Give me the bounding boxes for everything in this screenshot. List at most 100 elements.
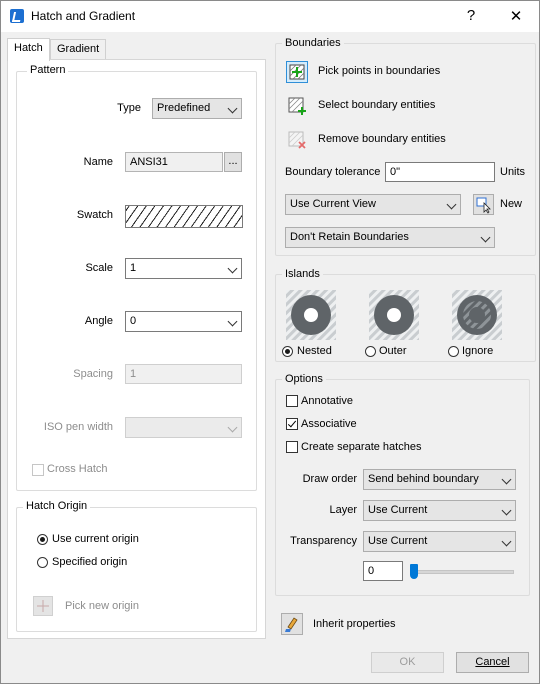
chevron-down-icon <box>501 474 512 485</box>
chevron-down-icon <box>227 422 238 433</box>
tab-hatch[interactable]: Hatch <box>7 38 50 61</box>
inherit-properties-label: Inherit properties <box>313 618 396 630</box>
island-nested-radio[interactable] <box>282 346 293 357</box>
boundary-tolerance-label: Boundary tolerance <box>285 166 381 178</box>
boundary-tolerance-field[interactable]: 0" <box>385 162 495 182</box>
transparency-amount-field[interactable]: 0 <box>363 561 403 581</box>
chevron-down-icon <box>501 536 512 547</box>
annotative-checkbox[interactable] <box>286 395 298 407</box>
inherit-properties-button[interactable] <box>281 613 303 635</box>
layer-label: Layer <box>329 504 357 516</box>
chevron-down-icon <box>227 103 238 114</box>
hatch-tab-panel: Pattern Type Predefined Name ANSI31 ... … <box>7 59 266 639</box>
boundary-set-select[interactable]: Use Current View <box>285 194 461 215</box>
specified-origin-radio[interactable] <box>37 557 48 568</box>
new-boundary-icon <box>476 197 491 214</box>
pick-origin-icon <box>33 596 53 616</box>
angle-label: Angle <box>84 315 113 327</box>
angle-combobox[interactable]: 0 <box>125 311 242 332</box>
pick-points-icon <box>289 64 305 80</box>
islands-group: Islands Nested Outer Ignore <box>275 268 536 362</box>
scale-value: 1 <box>130 262 137 274</box>
hatch-origin-group: Hatch Origin Use current origin Specifie… <box>16 500 257 632</box>
specified-origin-label: Specified origin <box>52 556 128 568</box>
pattern-name-field[interactable]: ANSI31 <box>125 152 223 172</box>
close-button[interactable]: ✕ <box>506 7 526 25</box>
remove-entities-icon[interactable] <box>287 130 307 150</box>
swatch-label: Swatch <box>76 209 113 221</box>
island-ignore-label: Ignore <box>462 345 494 357</box>
retain-boundaries-select[interactable]: Don't Retain Boundaries <box>285 227 495 248</box>
boundaries-group: Boundaries Pick points in boundaries Sel… <box>275 37 536 256</box>
type-select[interactable]: Predefined <box>152 98 242 119</box>
pick-points-label[interactable]: Pick points in boundaries <box>318 65 440 77</box>
spacing-field: 1 <box>125 364 242 384</box>
ok-button[interactable]: OK <box>371 652 444 673</box>
draw-order-value: Send behind boundary <box>368 473 479 485</box>
pattern-group-label: Pattern <box>27 64 69 76</box>
iso-pen-width-label: ISO pen width <box>43 421 113 433</box>
help-button[interactable]: ? <box>461 7 481 24</box>
associative-label: Associative <box>301 418 357 430</box>
draw-order-label: Draw order <box>302 473 357 485</box>
pick-new-origin-label: Pick new origin <box>65 600 139 612</box>
transparency-value: Use Current <box>368 535 428 547</box>
new-boundary-set-button[interactable] <box>473 194 494 215</box>
layer-select[interactable]: Use Current <box>363 500 516 521</box>
options-group-label: Options <box>282 373 326 385</box>
transparency-label: Transparency <box>290 535 357 547</box>
hatch-origin-group-label: Hatch Origin <box>23 500 91 512</box>
select-entities-icon[interactable] <box>287 96 307 116</box>
island-outer-radio[interactable] <box>365 346 376 357</box>
browse-pattern-button[interactable]: ... <box>224 152 242 172</box>
title-bar: Hatch and Gradient ? ✕ <box>1 1 539 32</box>
scale-label: Scale <box>85 262 113 274</box>
separate-hatches-label: Create separate hatches <box>301 441 422 453</box>
use-current-origin-label: Use current origin <box>52 533 139 545</box>
angle-value: 0 <box>130 315 137 327</box>
retain-boundaries-value: Don't Retain Boundaries <box>290 231 409 243</box>
island-ignore-preview[interactable] <box>452 290 502 340</box>
spacing-label: Spacing <box>73 368 113 380</box>
island-outer-label: Outer <box>379 345 407 357</box>
chevron-down-icon <box>446 199 457 210</box>
layer-value: Use Current <box>368 504 428 516</box>
paintbrush-icon <box>285 617 298 632</box>
separate-hatches-checkbox[interactable] <box>286 441 298 453</box>
type-label: Type <box>117 102 141 114</box>
island-nested-label: Nested <box>297 345 332 357</box>
dialog-window: Hatch and Gradient ? ✕ Hatch Gradient Pa… <box>0 0 540 684</box>
tab-gradient[interactable]: Gradient <box>50 39 107 60</box>
boundaries-group-label: Boundaries <box>282 37 344 49</box>
pattern-group: Pattern Type Predefined Name ANSI31 ... … <box>16 64 257 491</box>
cancel-button[interactable]: Cancel <box>456 652 529 673</box>
islands-group-label: Islands <box>282 268 323 280</box>
transparency-slider-track[interactable] <box>410 570 514 574</box>
cross-hatch-checkbox <box>32 464 44 476</box>
scale-combobox[interactable]: 1 <box>125 258 242 279</box>
island-outer-preview[interactable] <box>369 290 419 340</box>
chevron-down-icon <box>480 232 491 243</box>
boundary-set-value: Use Current View <box>290 198 376 210</box>
units-label: Units <box>500 166 526 178</box>
remove-entities-label[interactable]: Remove boundary entities <box>318 133 446 145</box>
transparency-select[interactable]: Use Current <box>363 531 516 552</box>
chevron-down-icon <box>501 505 512 516</box>
select-entities-label[interactable]: Select boundary entities <box>318 99 435 111</box>
app-logo-icon <box>10 9 24 23</box>
annotative-label: Annotative <box>301 395 353 407</box>
use-current-origin-radio[interactable] <box>37 534 48 545</box>
transparency-slider-thumb[interactable] <box>410 564 418 579</box>
island-ignore-radio[interactable] <box>448 346 459 357</box>
new-label: New <box>500 198 523 210</box>
window-title: Hatch and Gradient <box>31 9 136 23</box>
island-nested-preview[interactable] <box>286 290 336 340</box>
chevron-down-icon <box>227 263 238 274</box>
cross-hatch-label: Cross Hatch <box>47 463 108 475</box>
swatch-preview[interactable] <box>125 205 243 228</box>
type-value: Predefined <box>157 102 211 114</box>
options-group: Options Annotative Associative Create se… <box>275 373 530 596</box>
pick-points-button[interactable] <box>286 61 308 83</box>
associative-checkbox[interactable] <box>286 418 298 430</box>
draw-order-select[interactable]: Send behind boundary <box>363 469 516 490</box>
